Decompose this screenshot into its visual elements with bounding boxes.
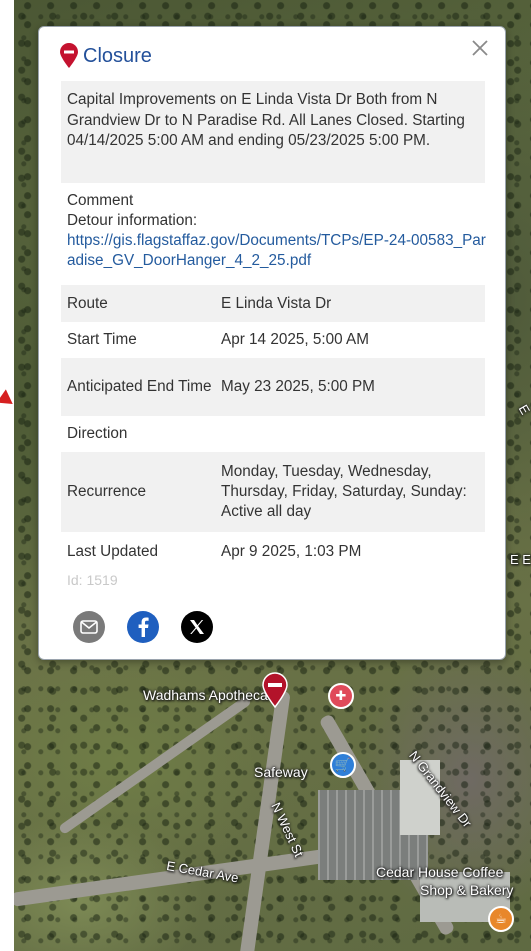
comment-text: Detour information: xyxy=(67,212,198,229)
detail-label: Start Time xyxy=(67,331,137,348)
road-e-cedar-ave xyxy=(10,847,340,907)
left-panel-edge xyxy=(0,0,14,951)
comment-section: Comment Detour information: https://gis.… xyxy=(67,191,487,271)
popup-title: Closure xyxy=(83,44,152,67)
popup-header: Closure xyxy=(59,43,152,69)
detour-link[interactable]: https://gis.flagstaffaz.gov/Documents/TC… xyxy=(67,232,486,269)
grocery-map-pin[interactable]: 🛒 xyxy=(330,752,356,778)
facebook-icon xyxy=(138,617,149,637)
closure-description: Capital Improvements on E Linda Vista Dr… xyxy=(61,81,485,183)
detail-row-recurrence: Recurrence Monday, Tuesday, Wednesday, T… xyxy=(61,452,485,532)
map-label-n-west-st: N West St xyxy=(268,800,307,860)
map-label-edge-e: E xyxy=(515,401,531,418)
share-buttons xyxy=(73,611,213,643)
map-label-cedar-house-line2[interactable]: Shop & Bakery xyxy=(420,882,513,898)
detail-row-start-time: Start Time Apr 14 2025, 5:00 AM xyxy=(61,322,485,358)
pharmacy-map-pin[interactable]: ✚ xyxy=(328,683,354,709)
cafe-map-pin[interactable]: ☕ xyxy=(488,906,514,932)
close-button[interactable] xyxy=(469,37,491,59)
detail-label: Last Updated xyxy=(67,543,158,560)
map-label-cedar-house-line1[interactable]: Cedar House Coffee xyxy=(376,864,503,880)
detail-value: Apr 14 2025, 5:00 AM xyxy=(221,331,369,348)
detail-value: E Linda Vista Dr xyxy=(221,294,332,312)
map-label-wadhams[interactable]: Wadhams Apothecary xyxy=(143,687,279,703)
detail-row-end-time: Anticipated End Time May 23 2025, 5:00 P… xyxy=(61,358,485,416)
map-label-edge-ee: E E xyxy=(510,552,531,567)
detail-value: Monday, Tuesday, Wednesday, Thursday, Fr… xyxy=(221,463,467,520)
detail-row-direction: Direction xyxy=(61,416,485,452)
detail-label: Anticipated End Time xyxy=(67,378,212,395)
email-icon xyxy=(80,620,98,634)
detail-row-last-updated: Last Updated Apr 9 2025, 1:03 PM xyxy=(61,532,485,572)
x-icon xyxy=(190,620,204,634)
close-icon xyxy=(472,40,488,56)
closure-id: Id: 1519 xyxy=(67,572,118,588)
closure-popup: Closure Capital Improvements on E Linda … xyxy=(38,26,506,660)
detail-label: Direction xyxy=(67,425,128,442)
detail-value: Apr 9 2025, 1:03 PM xyxy=(221,543,362,560)
details-table: Route E Linda Vista Dr Start Time Apr 14… xyxy=(61,285,485,572)
detail-label: Route xyxy=(67,294,108,312)
detail-label: Recurrence xyxy=(67,483,147,500)
map-label-safeway[interactable]: Safeway xyxy=(254,764,308,780)
share-facebook-button[interactable] xyxy=(127,611,159,643)
share-x-button[interactable] xyxy=(181,611,213,643)
comment-label: Comment xyxy=(67,192,134,209)
closure-map-marker[interactable] xyxy=(261,672,289,709)
detail-row-route: Route E Linda Vista Dr xyxy=(61,285,485,322)
share-email-button[interactable] xyxy=(73,611,105,643)
detail-value: May 23 2025, 5:00 PM xyxy=(221,378,375,395)
closure-marker-icon xyxy=(60,43,78,68)
closure-marker-icon xyxy=(262,672,288,709)
road-left-curve xyxy=(57,694,253,836)
